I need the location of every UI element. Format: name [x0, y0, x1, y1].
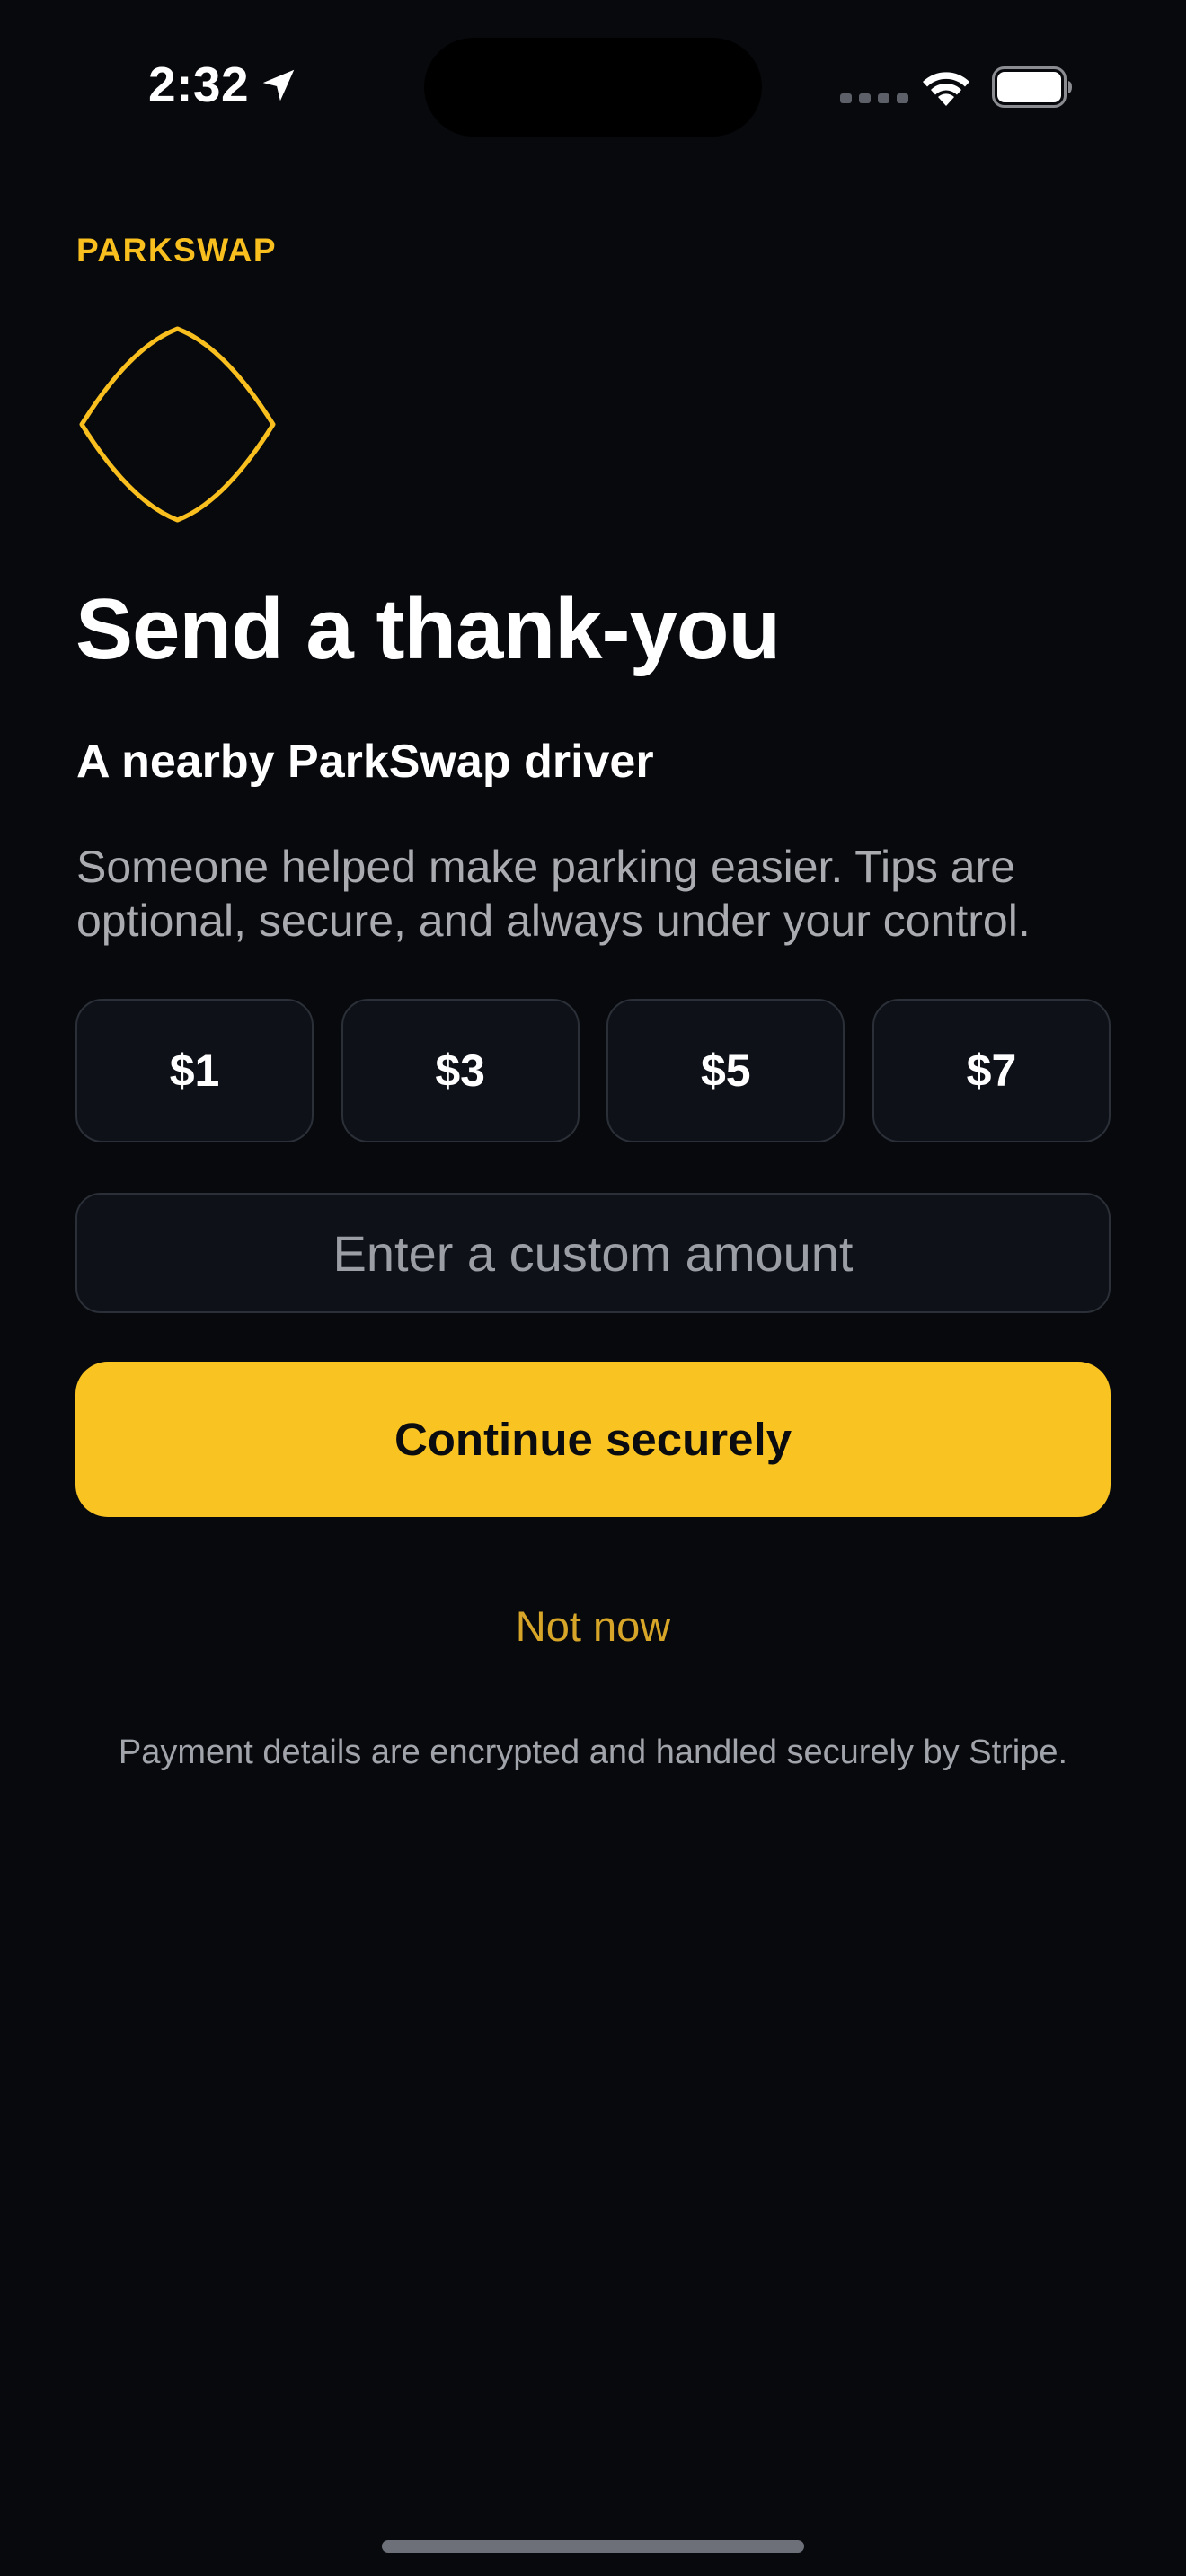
- continue-securely-button[interactable]: Continue securely: [75, 1362, 1111, 1517]
- page-title: Send a thank-you: [75, 581, 781, 677]
- recipient-label: A nearby ParkSwap driver: [76, 736, 654, 788]
- status-time: 2:32: [148, 57, 250, 112]
- tip-option-1[interactable]: $1: [75, 999, 314, 1142]
- tip-option-5[interactable]: $5: [606, 999, 845, 1142]
- tip-description: Someone helped make parking easier. Tips…: [76, 842, 1031, 946]
- tip-option-7[interactable]: $7: [872, 999, 1111, 1142]
- brand-name: PARKSWAP: [76, 232, 278, 269]
- tip-option-3[interactable]: $3: [341, 999, 580, 1142]
- wifi-icon: [923, 72, 969, 106]
- parkswap-logo-icon: [79, 326, 276, 523]
- tip-amount-options: $1 $3 $5 $7: [75, 999, 1111, 1142]
- status-clock: 2:32: [148, 56, 299, 113]
- custom-amount-input[interactable]: [75, 1193, 1111, 1313]
- tip-screen: 2:32 PARKSWAP Send a thank-you A nearby …: [0, 0, 1186, 2576]
- dynamic-island: [424, 38, 762, 137]
- home-indicator[interactable]: [382, 2540, 804, 2553]
- cellular-signal-icon: [840, 93, 908, 103]
- security-note: Payment details are encrypted and handle…: [118, 1734, 1068, 1771]
- status-bar: 2:32: [0, 0, 1186, 171]
- location-arrow-icon: [262, 69, 295, 101]
- not-now-button[interactable]: Not now: [413, 1590, 773, 1662]
- battery-icon: [992, 66, 1072, 108]
